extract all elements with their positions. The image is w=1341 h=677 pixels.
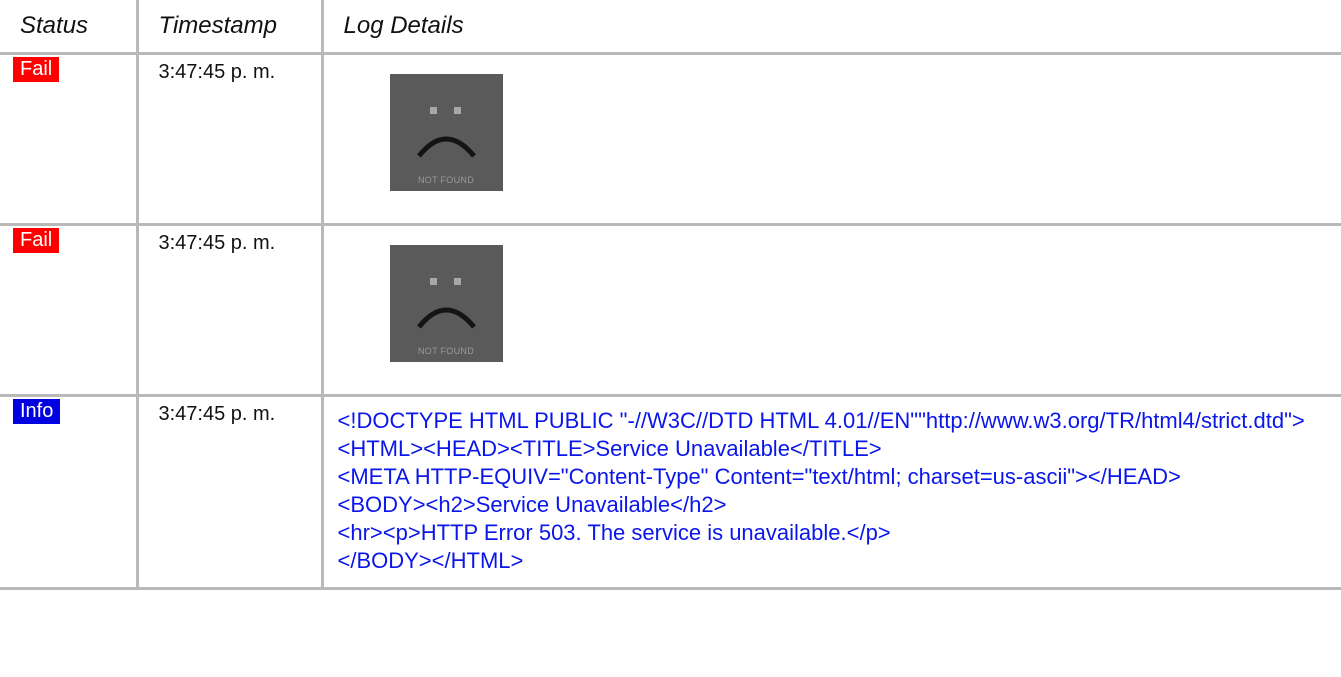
log-table: Status Timestamp Log Details Fail 3:47:4… xyxy=(0,0,1341,590)
left-eye xyxy=(429,278,437,285)
table-row: Info 3:47:45 p. m. <!DOCTYPE HTML PUBLIC… xyxy=(0,395,1341,590)
sad-face-icon: NOT FOUND xyxy=(389,74,503,191)
timestamp-cell: 3:47:45 p. m. xyxy=(137,224,324,397)
status-cell: Info xyxy=(0,395,139,590)
details-cell: NOT FOUND xyxy=(322,224,1341,397)
sad-face-icon: NOT FOUND xyxy=(389,245,503,362)
status-badge: Fail xyxy=(13,228,60,253)
details-cell: <!DOCTYPE HTML PUBLIC "-//W3C//DTD HTML … xyxy=(322,395,1341,590)
table-row: Fail 3:47:45 p. m. NOT FOUND xyxy=(0,53,1341,226)
status-badge: Fail xyxy=(13,57,60,82)
not-found-caption: NOT FOUND xyxy=(417,175,475,185)
left-eye xyxy=(429,107,437,114)
timestamp-cell: 3:47:45 p. m. xyxy=(137,53,324,226)
frown-mouth xyxy=(416,136,476,158)
details-column-header[interactable]: Log Details xyxy=(322,0,1341,55)
status-cell: Fail xyxy=(0,224,139,397)
frown-mouth xyxy=(416,307,476,329)
timestamp: 3:47:45 p. m. xyxy=(158,403,276,425)
right-eye xyxy=(453,107,461,114)
timestamp-cell: 3:47:45 p. m. xyxy=(137,395,324,590)
log-details-text: <!DOCTYPE HTML PUBLIC "-//W3C//DTD HTML … xyxy=(337,408,1305,573)
timestamp: 3:47:45 p. m. xyxy=(158,61,276,83)
details-cell: NOT FOUND xyxy=(322,53,1341,226)
timestamp-column-header[interactable]: Timestamp xyxy=(137,0,324,55)
timestamp: 3:47:45 p. m. xyxy=(158,232,276,254)
table-row: Fail 3:47:45 p. m. NOT FOUND xyxy=(0,224,1341,397)
status-badge: Info xyxy=(13,399,61,424)
header-row: Status Timestamp Log Details xyxy=(0,0,1341,55)
status-column-header[interactable]: Status xyxy=(0,0,139,55)
not-found-caption: NOT FOUND xyxy=(417,346,475,356)
status-cell: Fail xyxy=(0,53,139,226)
right-eye xyxy=(453,278,461,285)
